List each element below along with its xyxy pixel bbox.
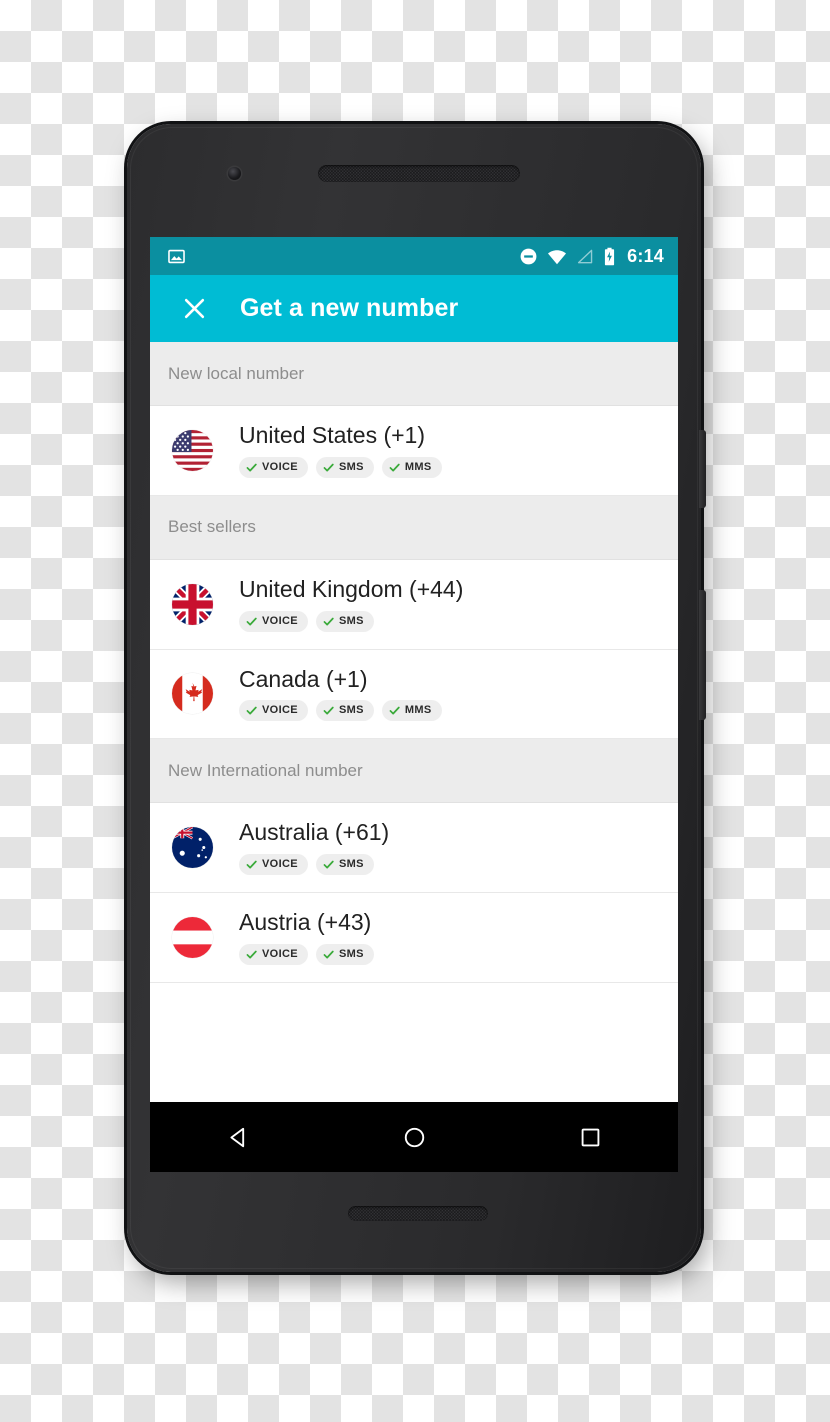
capability-chip-sms: SMS: [315, 610, 374, 632]
back-triangle-icon: [229, 1127, 244, 1147]
capability-chips: VOICE SMS MMS: [239, 456, 442, 478]
capability-chips: VOICE SMS: [239, 610, 463, 632]
capability-label: SMS: [338, 704, 364, 717]
check-icon: [246, 617, 257, 626]
country-name: United States (+1): [239, 422, 426, 448]
capability-label: VOICE: [262, 858, 298, 870]
app-bar: Get a new number: [150, 275, 678, 342]
country-list[interactable]: New local number United States (+1) VOIC…: [150, 342, 678, 983]
check-icon: [246, 463, 257, 472]
capability-label: MMS: [404, 704, 432, 717]
capability-chip-voice: VOICE: [239, 854, 308, 875]
status-bar-system-icons: 6:14: [519, 247, 664, 266]
check-icon: [246, 950, 257, 959]
capability-label: SMS: [338, 947, 364, 960]
country-info: Austria (+43) VOICE SMS: [239, 909, 374, 965]
check-icon: [389, 463, 400, 472]
power-button[interactable]: [699, 430, 706, 508]
capability-chip-voice: VOICE: [239, 943, 308, 965]
country-info: Australia (+61) VOICE SMS: [239, 819, 390, 875]
country-name: Canada (+1): [239, 665, 368, 692]
earpiece-speaker-grille: [318, 165, 520, 182]
capability-chip-sms: SMS: [315, 456, 374, 478]
phone-device-frame: 6:14 Get a new number New local number U…: [127, 124, 706, 1272]
flag-austria-icon: [172, 916, 213, 958]
nav-back-button[interactable]: [208, 1107, 268, 1167]
country-info: Canada (+1) VOICE SMS MMS: [239, 665, 442, 722]
capability-chips: VOICE SMS MMS: [239, 700, 442, 722]
country-row-australia[interactable]: Australia (+61) VOICE SMS: [150, 803, 678, 893]
wifi-icon: [548, 249, 567, 264]
section-header-new-international-number: New International number: [150, 739, 678, 804]
do-not-disturb-icon: [520, 248, 537, 264]
image-icon: [168, 249, 185, 263]
capability-chip-sms: SMS: [315, 854, 374, 875]
status-bar-notifications: [167, 247, 186, 266]
check-icon: [323, 950, 334, 959]
capability-chip-voice: VOICE: [239, 610, 308, 632]
nav-recents-button[interactable]: [560, 1107, 620, 1167]
check-icon: [246, 860, 257, 869]
country-row-austria[interactable]: Austria (+43) VOICE SMS: [150, 893, 678, 983]
close-button[interactable]: [172, 287, 216, 331]
check-icon: [246, 706, 257, 715]
capability-chip-mms: MMS: [381, 456, 442, 478]
check-icon: [389, 706, 400, 715]
volume-rocker-button[interactable]: [699, 590, 706, 720]
capability-label: SMS: [338, 460, 364, 473]
battery-charging-icon: [605, 247, 615, 265]
capability-chip-sms: SMS: [315, 700, 374, 722]
flag-australia-icon: [172, 827, 213, 869]
phone-screen: 6:14 Get a new number New local number U…: [150, 237, 678, 1172]
capability-label: VOICE: [262, 460, 298, 473]
capability-chip-sms: SMS: [315, 943, 374, 965]
capability-label: VOICE: [262, 704, 298, 717]
country-info: United States (+1) VOICE SMS MMS: [239, 422, 442, 478]
flag-canada-icon: [172, 673, 213, 715]
recents-square-icon: [581, 1128, 599, 1146]
country-name: United Kingdom (+44): [239, 575, 464, 602]
capability-chip-mms: MMS: [381, 700, 442, 722]
android-navigation-bar: [150, 1102, 678, 1172]
capability-label: SMS: [338, 614, 364, 627]
country-row-united-states[interactable]: United States (+1) VOICE SMS MMS: [150, 406, 678, 496]
front-camera: [228, 167, 241, 180]
status-bar-clock: 6:14: [627, 246, 664, 266]
capability-label: MMS: [404, 460, 432, 473]
page-title: Get a new number: [240, 294, 459, 322]
capability-chip-voice: VOICE: [239, 700, 308, 722]
check-icon: [323, 860, 334, 869]
country-info: United Kingdom (+44) VOICE SMS: [239, 575, 464, 632]
capability-chips: VOICE SMS: [239, 854, 389, 875]
home-circle-icon: [404, 1127, 424, 1147]
capability-chip-voice: VOICE: [239, 456, 308, 478]
country-name: Austria (+43): [239, 909, 372, 935]
check-icon: [323, 463, 334, 472]
status-bar: 6:14: [150, 237, 678, 275]
capability-chips: VOICE SMS: [239, 943, 374, 965]
capability-label: VOICE: [262, 614, 298, 627]
country-row-canada[interactable]: Canada (+1) VOICE SMS MMS: [150, 649, 678, 740]
check-icon: [323, 617, 334, 626]
section-header-new-local-number: New local number: [150, 342, 678, 406]
capability-label: VOICE: [262, 947, 298, 960]
bottom-speaker-grille: [348, 1206, 488, 1221]
check-icon: [323, 706, 334, 715]
flag-united-states-icon: [172, 429, 213, 471]
cellular-signal-icon: [578, 249, 593, 263]
country-row-united-kingdom[interactable]: United Kingdom (+44) VOICE SMS: [150, 559, 678, 650]
flag-united-kingdom-icon: [172, 583, 213, 625]
section-header-best-sellers: Best sellers: [150, 495, 678, 560]
nav-home-button[interactable]: [384, 1107, 444, 1167]
capability-label: SMS: [338, 858, 364, 870]
country-name: Australia (+61): [239, 819, 390, 846]
close-icon: [184, 298, 204, 319]
